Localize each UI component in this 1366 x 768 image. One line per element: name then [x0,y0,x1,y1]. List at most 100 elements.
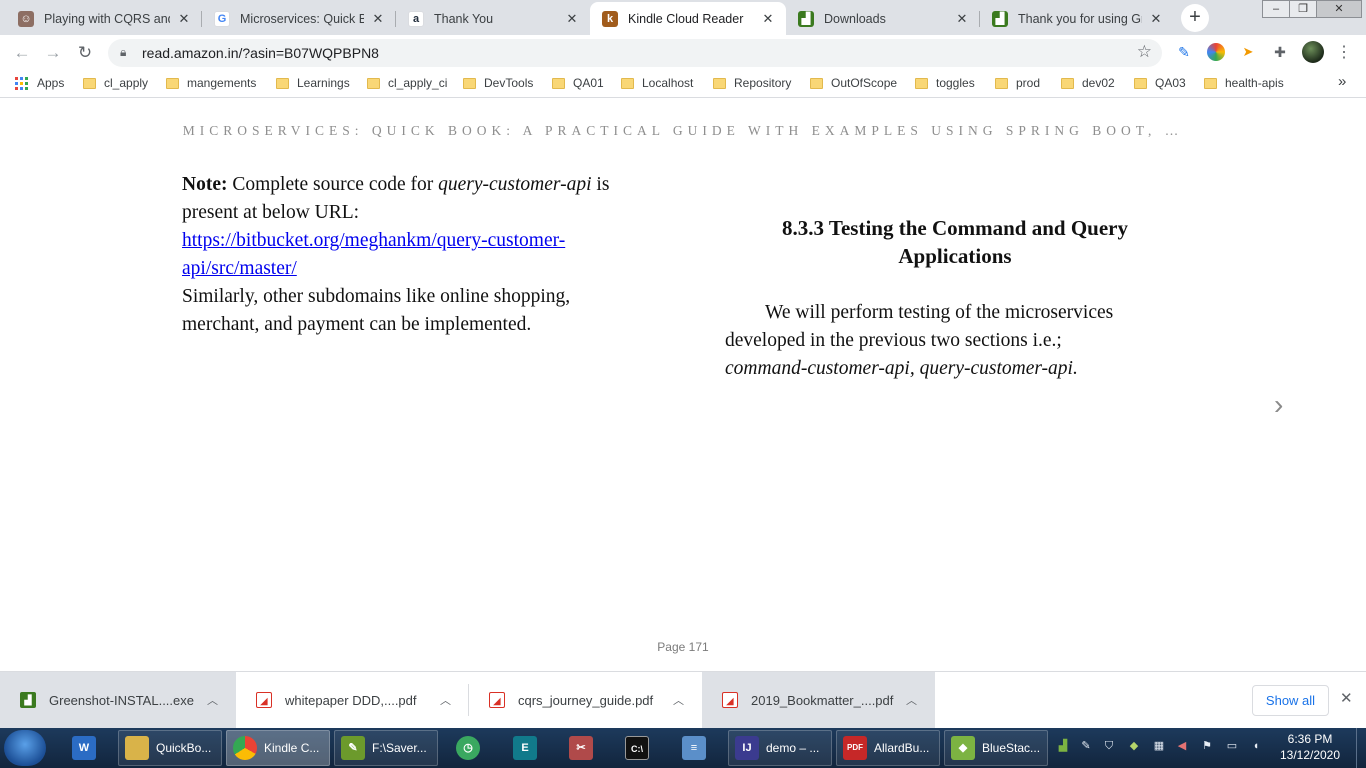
notepad-plus-icon: ✎ [341,736,365,760]
clock-date: 13/12/2020 [1279,748,1341,762]
display-tray-icon[interactable]: ▭ [1225,739,1239,753]
next-page-chevron-icon[interactable]: › [1274,389,1283,421]
source-code-link[interactable]: https://bitbucket.org/meghankm/query-cus… [182,230,565,279]
url-text[interactable]: read.amazon.in/?asin=B07WQPBPN8 [142,45,379,61]
taskbar-item-timer[interactable]: ◷ [450,730,490,766]
network-tray-icon[interactable]: ▦ [1152,739,1166,753]
close-icon[interactable]: ✕ [176,11,192,27]
taskbar-item-cmd[interactable]: C:\ [619,730,659,766]
notes-tray-icon[interactable]: ✎ [1079,739,1093,753]
action-center-flag-icon[interactable]: ⚑ [1200,739,1214,753]
profile-avatar[interactable] [1302,41,1324,63]
chevron-up-icon[interactable]: ︿ [673,692,684,708]
close-icon[interactable]: ✕ [954,11,970,27]
taskbar-item-intellij[interactable]: IJ demo – ... [728,730,832,766]
show-all-button[interactable]: Show all [1252,685,1329,716]
section-heading: 8.3.3 Testing the Command and Query Appl… [782,216,1128,268]
start-button[interactable] [4,730,46,766]
bookmark-folder-learnings[interactable]: Learnings [276,76,350,90]
taskbar-item-w-app[interactable]: W [66,730,106,766]
taskbar-label: demo – ... [766,741,820,755]
folder-icon [1204,77,1217,89]
bookmark-label: toggles [936,76,975,90]
greenshot-icon: ▟ [20,692,36,708]
folder-icon [810,77,823,89]
editor-e-icon: E [513,736,537,760]
bookmark-folder-devtools[interactable]: DevTools [463,76,533,90]
tab-thank-you-greenshot[interactable]: ▟ Thank you for using Gre ✕ [980,2,1174,35]
arrow-extension-icon[interactable]: ➤ [1239,43,1257,61]
bookmark-label: mangements [187,76,257,90]
reload-icon[interactable]: ↻ [72,40,98,66]
bookmark-folder-outofscope[interactable]: OutOfScope [810,76,897,90]
shield-tray-icon[interactable]: ⛉ [1102,739,1116,753]
taskbar-item-notepad-plus[interactable]: ✎ F:\Saver... [334,730,438,766]
close-icon[interactable]: ✕ [760,11,776,27]
bookmark-folder-qa03[interactable]: QA03 [1134,76,1186,90]
forward-arrow-icon[interactable]: → [40,40,66,66]
greenshot-tray-icon[interactable]: ▟ [1056,739,1070,753]
bookmark-folder-prod[interactable]: prod [995,76,1040,90]
show-desktop-button[interactable] [1356,728,1366,768]
bookmark-folder-cl-apply-ci[interactable]: cl_apply_ci [367,76,447,90]
window-close-button[interactable]: ✕ [1316,0,1362,18]
taskbar-item-pdf-reader[interactable]: PDF AllardBu... [836,730,940,766]
bookmark-folder-qa01[interactable]: QA01 [552,76,604,90]
speaker-muted-tray-icon[interactable]: ◀ [1175,739,1189,753]
maximize-button[interactable]: ❐ [1289,0,1317,18]
color-wheel-extension-icon[interactable] [1207,43,1225,61]
puzzle-extensions-icon[interactable]: ✚ [1271,43,1289,61]
bookmark-folder-health-apis[interactable]: health-apis [1204,76,1284,90]
eyedropper-extension-icon[interactable]: ✎ [1175,43,1193,61]
tab-kindle-cloud-reader[interactable]: k Kindle Cloud Reader ✕ [590,2,786,35]
tab-cqrs[interactable]: ☺ Playing with CQRS and E ✕ [6,2,202,35]
minimize-button[interactable]: – [1262,0,1290,18]
new-tab-button[interactable]: + [1181,4,1209,32]
browser-toolbar: ← → ↻ 🔒︎ read.amazon.in/?asin=B07WQPBPN8… [0,35,1366,70]
tab-thank-you[interactable]: a Thank You ✕ [396,2,590,35]
bookmark-star-icon[interactable]: ☆ [1137,42,1152,62]
timer-icon: ◷ [456,736,480,760]
taskbar-item-snipping[interactable]: ✂ [563,730,603,766]
close-icon[interactable]: ✕ [1340,689,1353,707]
chevron-up-icon[interactable]: ︿ [207,692,218,708]
chevron-up-icon[interactable]: ︿ [906,692,917,708]
download-item-cqrs-journey[interactable]: ◢ cqrs_journey_guide.pdf ︿ [469,672,702,728]
bookmark-folder-repository[interactable]: Repository [713,76,791,90]
close-icon[interactable]: ✕ [1148,11,1164,27]
bookmark-folder-mangements[interactable]: mangements [166,76,256,90]
bookmark-label: prod [1016,76,1041,90]
close-icon[interactable]: ✕ [564,11,580,27]
download-filename: whitepaper DDD,....pdf [285,692,417,708]
bookmark-apps[interactable]: Apps [15,76,64,90]
bookmark-label: Learnings [297,76,350,90]
bookmarks-overflow-chevron-icon[interactable]: » [1338,73,1346,90]
volume-tray-icon[interactable]: ◖ [1249,739,1263,753]
tab-microservices[interactable]: G Microservices: Quick Boo ✕ [202,2,396,35]
chevron-up-icon[interactable]: ︿ [440,692,451,708]
system-clock[interactable]: 6:36 PM 13/12/2020 [1276,731,1344,763]
greenshot-icon: ▟ [798,10,814,27]
bookmark-folder-cl-apply[interactable]: cl_apply [83,76,148,90]
tab-downloads[interactable]: ▟ Downloads ✕ [786,2,980,35]
bookmark-folder-toggles[interactable]: toggles [915,76,975,90]
taskbar-item-explorer[interactable]: QuickBo... [118,730,222,766]
page-number: Page 171 [657,640,709,654]
bluestacks-tray-icon[interactable]: ◆ [1127,739,1141,753]
close-icon[interactable]: ✕ [370,11,386,27]
bookmark-folder-dev02[interactable]: dev02 [1061,76,1115,90]
back-arrow-icon[interactable]: ← [9,40,35,66]
address-bar[interactable]: 🔒︎ read.amazon.in/?asin=B07WQPBPN8 ☆ [108,39,1162,67]
bluestacks-icon: ◆ [951,736,975,760]
taskbar-item-editor[interactable]: E [507,730,547,766]
taskbar-item-bluestacks[interactable]: ◆ BlueStac... [944,730,1048,766]
download-item-whitepaper[interactable]: ◢ whitepaper DDD,....pdf ︿ [236,672,469,728]
note-italic: query-customer-api [438,174,592,195]
menu-kebab-icon[interactable]: ⋮ [1331,40,1357,66]
bookmark-folder-localhost[interactable]: Localhost [621,76,693,90]
download-item-greenshot[interactable]: ▟ Greenshot-INSTAL....exe ︿ [0,672,236,728]
download-item-bookmatter[interactable]: ◢ 2019_Bookmatter_....pdf ︿ [702,672,935,728]
taskbar-item-chrome[interactable]: Kindle C... [226,730,330,766]
lock-icon[interactable]: 🔒︎ [120,45,126,60]
taskbar-item-notepad[interactable]: ≡ [676,730,716,766]
